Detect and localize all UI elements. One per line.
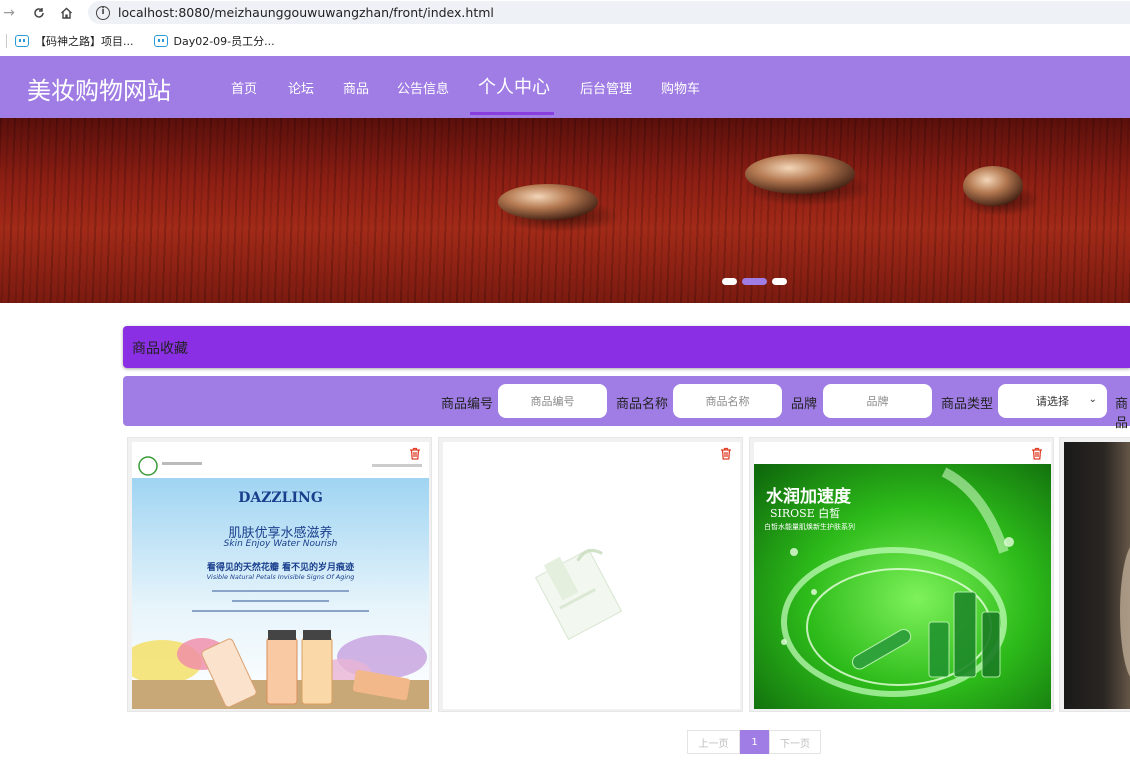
trash-icon[interactable] [720, 447, 732, 460]
poster-artwork [132, 590, 429, 709]
banner-carousel[interactable] [0, 118, 1130, 303]
carousel-indicators [722, 278, 787, 285]
site-header: 美妆购物网站 首页 论坛 商品 公告信息 个人中心 后台管理 购物车 [0, 56, 1130, 118]
product-image-dark [1064, 442, 1130, 709]
nav-products[interactable]: 商品 [343, 78, 369, 97]
cut-off-label: 商品 [1115, 397, 1129, 431]
faded-product-art [534, 548, 623, 641]
page-number-current[interactable]: 1 [740, 730, 769, 754]
bilibili-icon [15, 35, 29, 47]
carousel-dot[interactable] [722, 278, 737, 285]
dark-product-art [1120, 547, 1130, 677]
product-card[interactable]: DAZZLING 肌肤优享水感滋养 Skin Enjoy Water Nouri… [127, 437, 432, 712]
type-label: 商品类型 [941, 397, 994, 412]
section-title-bar: 商品收藏 [123, 326, 1130, 368]
code-input[interactable] [498, 384, 607, 418]
name-label: 商品名称 [616, 397, 669, 412]
site-logo[interactable]: 美妆购物网站 [27, 71, 171, 106]
type-select-value: 请选择 [1036, 395, 1069, 408]
product-card[interactable] [1059, 437, 1130, 712]
site-info-icon[interactable]: i [96, 5, 110, 20]
nav-home[interactable]: 首页 [231, 78, 257, 97]
next-page-button[interactable]: 下一页 [769, 730, 821, 754]
product-image-green: 水润加速度 SIROSE 白皙 白皙水能量肌焕新生护肤系列 [754, 442, 1051, 709]
url-text: localhost:8080/meizhaunggouwuwangzhan/fr… [118, 5, 494, 20]
prev-page-button[interactable]: 上一页 [687, 730, 740, 754]
bookmark-separator [6, 34, 7, 48]
address-bar[interactable]: i localhost:8080/meizhaunggouwuwangzhan/… [88, 1, 1130, 24]
type-select[interactable]: 请选择 ⌄ [998, 384, 1107, 418]
nav-cart[interactable]: 购物车 [661, 78, 700, 97]
bookmark-label: 【码神之路】项目... [35, 35, 134, 48]
bookmark-label: Day02-09-员工分... [173, 35, 275, 48]
back-arrow-icon[interactable]: → [0, 2, 18, 24]
pagination: 上一页 1 下一页 [687, 730, 821, 754]
trash-icon[interactable] [409, 447, 421, 460]
product-card[interactable] [438, 437, 743, 712]
reload-icon[interactable] [28, 2, 50, 24]
carousel-dot-active[interactable] [742, 278, 767, 285]
carousel-dot[interactable] [772, 278, 787, 285]
nav-announcements[interactable]: 公告信息 [397, 78, 449, 97]
product-image-faded [443, 442, 740, 709]
nav-personal-center[interactable]: 个人中心 [478, 73, 550, 99]
trash-icon[interactable] [1031, 447, 1043, 460]
browser-toolbar: → i localhost:8080/meizhaunggouwuwangzha… [0, 0, 1130, 26]
product-image-dazzling: DAZZLING 肌肤优享水感滋养 Skin Enjoy Water Nouri… [132, 442, 429, 709]
poster-headline: 水润加速度 [766, 487, 851, 507]
name-input[interactable] [673, 384, 782, 418]
product-card[interactable]: 水润加速度 SIROSE 白皙 白皙水能量肌焕新生护肤系列 [749, 437, 1054, 712]
code-label: 商品编号 [441, 397, 494, 412]
home-icon[interactable] [55, 2, 77, 24]
bilibili-icon [153, 35, 168, 47]
nav-forum[interactable]: 论坛 [288, 78, 314, 97]
banner-image [498, 154, 1040, 232]
bookmark-item-2[interactable]: Day02-09-员工分... [153, 33, 275, 49]
bookmarks-bar: 【码神之路】项目... Day02-09-员工分... [0, 28, 1130, 54]
poster-subtitle: SIROSE 白皙 [770, 507, 841, 520]
nav-admin[interactable]: 后台管理 [580, 78, 632, 97]
brand-label: 品牌 [791, 397, 818, 412]
active-nav-underline [470, 112, 554, 115]
poster-line2: 白皙水能量肌焕新生护肤系列 [764, 523, 855, 531]
search-form: 商品编号 商品名称 品牌 商品类型 请选择 ⌄ 商品 [123, 376, 1130, 431]
bookmark-item-1[interactable]: 【码神之路】项目... [15, 33, 134, 49]
chevron-down-icon: ⌄ [1088, 394, 1097, 405]
section-title: 商品收藏 [132, 341, 188, 357]
brand-input[interactable] [823, 384, 932, 418]
